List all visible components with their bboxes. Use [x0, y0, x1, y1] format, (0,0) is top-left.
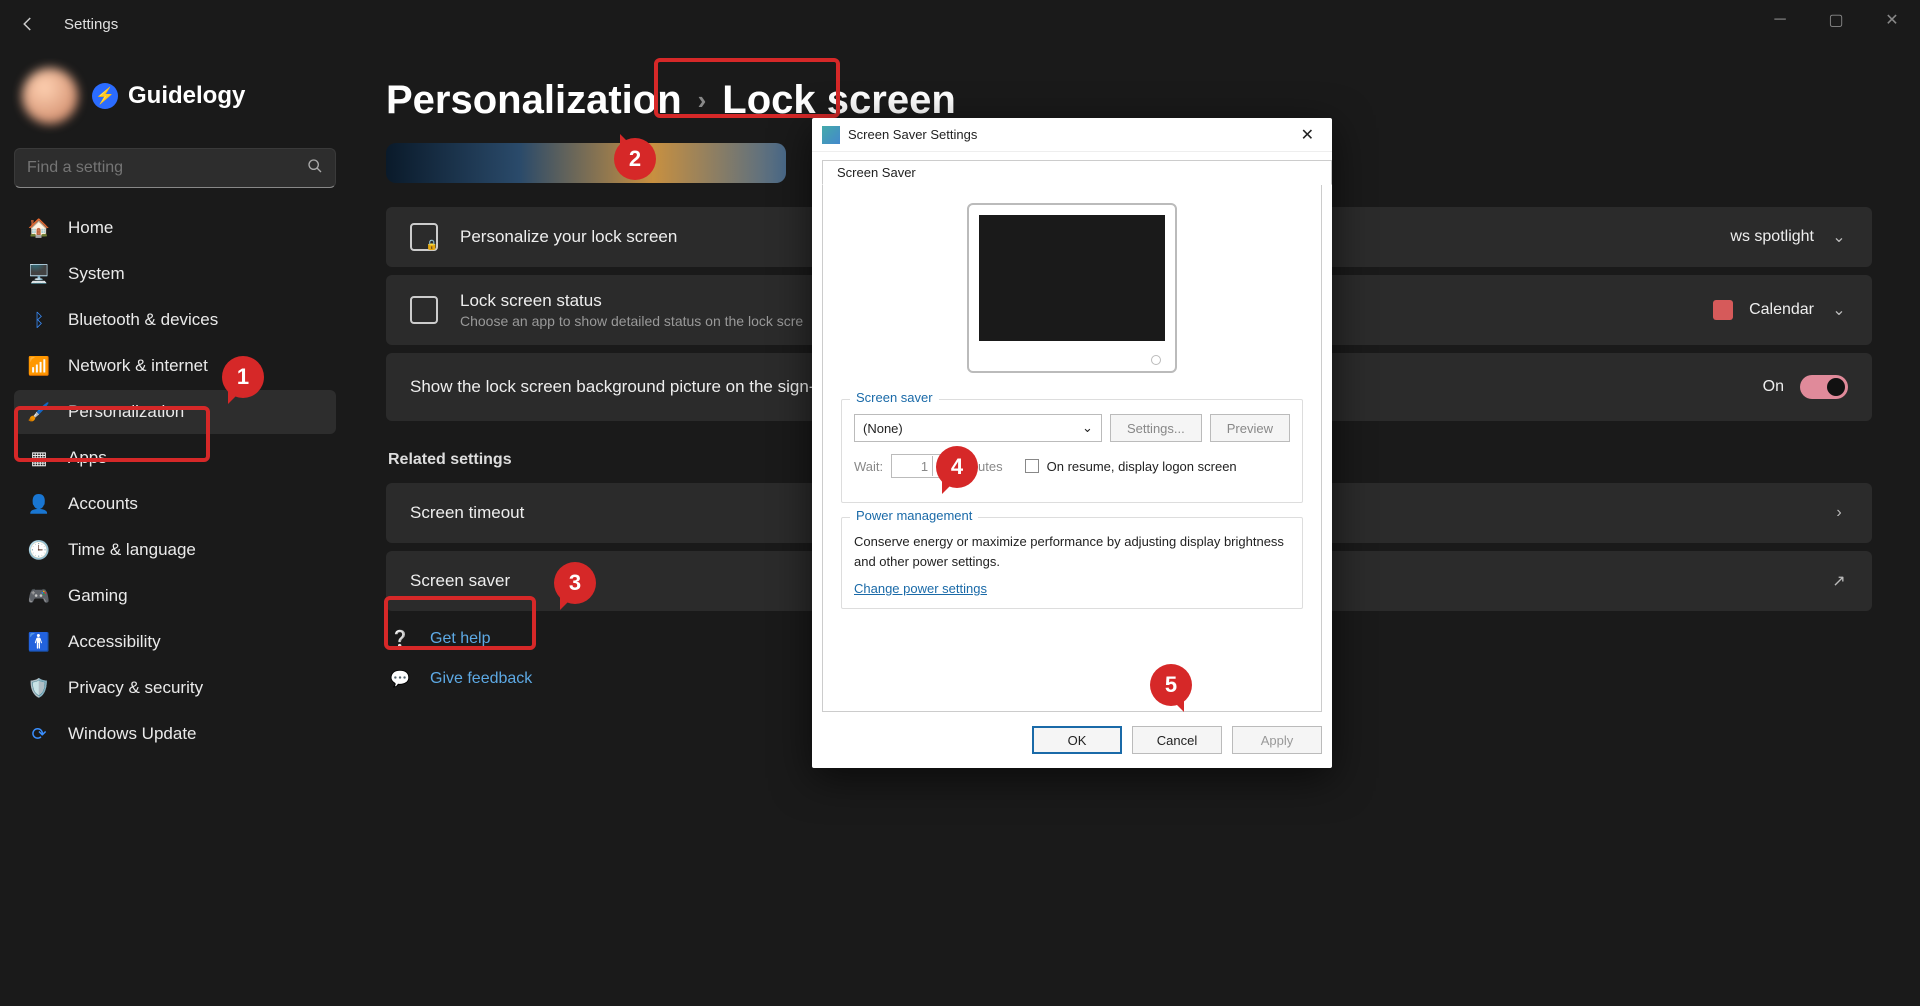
monitor-icon: 🔒 — [410, 223, 438, 251]
brush-icon: 🖌️ — [28, 401, 50, 423]
search-input[interactable] — [14, 148, 336, 188]
search-icon — [307, 158, 323, 179]
sidebar: ⚡ Guidelogy 🏠 Home 🖥️ System ᛒ Bluetooth & … — [0, 48, 350, 1006]
fieldset-legend: Screen saver — [850, 390, 939, 405]
chevron-down-icon[interactable]: ⌄ — [1830, 227, 1848, 247]
wait-input[interactable] — [892, 459, 932, 474]
nav-system[interactable]: 🖥️ System — [14, 252, 336, 296]
settings-button[interactable]: Settings... — [1110, 414, 1202, 442]
annotation-balloon-1: 1 — [222, 356, 264, 398]
brand-icon: ⚡ — [92, 83, 118, 109]
nav-home[interactable]: 🏠 Home — [14, 206, 336, 250]
resume-checkbox[interactable] — [1025, 459, 1039, 473]
avatar — [22, 68, 78, 124]
minimize-button[interactable]: ─ — [1752, 0, 1808, 40]
nav-label: Apps — [68, 448, 107, 468]
nav-label: Windows Update — [68, 724, 197, 744]
search-field[interactable] — [27, 159, 307, 177]
link-label: Give feedback — [430, 670, 532, 688]
screensaver-dropdown[interactable]: (None) ⌄ — [854, 414, 1102, 442]
wait-label: Wait: — [854, 459, 883, 474]
nav-accessibility[interactable]: 🚹 Accessibility — [14, 620, 336, 664]
chevron-down-icon: ⌄ — [1082, 420, 1093, 436]
annotation-balloon-2: 2 — [614, 138, 656, 180]
nav-label: Gaming — [68, 586, 128, 606]
preview-button[interactable]: Preview — [1210, 414, 1290, 442]
power-text: Conserve energy or maximize performance … — [854, 532, 1290, 571]
annotation-balloon-3: 3 — [554, 562, 596, 604]
toggle-switch[interactable] — [1800, 375, 1848, 399]
annotation-balloon-4: 4 — [936, 446, 978, 488]
maximize-button[interactable]: ▢ — [1808, 0, 1864, 40]
nav-label: System — [68, 264, 125, 284]
fieldset-legend: Power management — [850, 508, 978, 523]
link-label: Get help — [430, 630, 490, 648]
dialog-icon — [822, 126, 840, 144]
nav-label: Personalization — [68, 402, 184, 422]
nav-network[interactable]: 📶 Network & internet — [14, 344, 336, 388]
person-icon: 👤 — [28, 493, 50, 515]
dropdown-value: (None) — [863, 421, 903, 436]
dropdown-value: ws spotlight — [1730, 228, 1814, 246]
ok-button[interactable]: OK — [1032, 726, 1122, 754]
user-block: ⚡ Guidelogy — [14, 58, 336, 148]
feedback-icon: 💬 — [390, 669, 412, 689]
system-icon: 🖥️ — [28, 263, 50, 285]
chevron-down-icon[interactable]: ⌄ — [1830, 300, 1848, 320]
nav-label: Accounts — [68, 494, 138, 514]
chevron-right-icon: › — [1830, 504, 1848, 522]
dialog-close-button[interactable]: ✕ — [1293, 123, 1322, 147]
accessibility-icon: 🚹 — [28, 631, 50, 653]
back-button[interactable] — [16, 12, 40, 36]
nav-label: Privacy & security — [68, 678, 203, 698]
resume-label: On resume, display logon screen — [1047, 459, 1237, 474]
breadcrumb-current: Lock screen — [722, 78, 955, 123]
clock-icon: 🕒 — [28, 539, 50, 561]
update-icon: ⟳ — [28, 723, 50, 745]
gamepad-icon: 🎮 — [28, 585, 50, 607]
dialog-tab[interactable]: Screen Saver — [822, 160, 1332, 185]
monitor-icon — [410, 296, 438, 324]
dropdown-value: Calendar — [1749, 301, 1814, 319]
breadcrumb: Personalization › Lock screen — [386, 78, 1872, 123]
brand-name: Guidelogy — [128, 82, 245, 110]
nav-label: Home — [68, 218, 113, 238]
apply-button[interactable]: Apply — [1232, 726, 1322, 754]
change-power-link[interactable]: Change power settings — [854, 581, 987, 596]
nav-privacy[interactable]: 🛡️ Privacy & security — [14, 666, 336, 710]
nav-apps[interactable]: ▦ Apps — [14, 436, 336, 480]
nav-label: Network & internet — [68, 356, 208, 376]
nav-label: Time & language — [68, 540, 196, 560]
external-icon: ↗ — [1830, 571, 1848, 591]
apps-icon: ▦ — [28, 447, 50, 469]
breadcrumb-parent[interactable]: Personalization — [386, 78, 682, 123]
nav-personalization[interactable]: 🖌️ Personalization — [14, 390, 336, 434]
nav-time[interactable]: 🕒 Time & language — [14, 528, 336, 572]
screensaver-preview — [967, 203, 1177, 373]
chevron-right-icon: › — [698, 85, 707, 116]
shield-icon: 🛡️ — [28, 677, 50, 699]
nav-label: Accessibility — [68, 632, 161, 652]
close-button[interactable]: ✕ — [1864, 0, 1920, 40]
wifi-icon: 📶 — [28, 355, 50, 377]
lockscreen-preview — [386, 143, 786, 183]
help-icon: ❔ — [390, 629, 412, 649]
nav-label: Bluetooth & devices — [68, 310, 218, 330]
nav-bluetooth[interactable]: ᛒ Bluetooth & devices — [14, 298, 336, 342]
cancel-button[interactable]: Cancel — [1132, 726, 1222, 754]
bluetooth-icon: ᛒ — [28, 309, 50, 331]
window-title: Settings — [64, 16, 118, 33]
screen-saver-dialog: Screen Saver Settings ✕ Screen Saver Scr… — [812, 118, 1332, 768]
dialog-title: Screen Saver Settings — [848, 127, 977, 142]
home-icon: 🏠 — [28, 217, 50, 239]
toggle-state: On — [1763, 378, 1784, 396]
nav-accounts[interactable]: 👤 Accounts — [14, 482, 336, 526]
calendar-icon — [1713, 300, 1733, 320]
nav-update[interactable]: ⟳ Windows Update — [14, 712, 336, 756]
annotation-balloon-5: 5 — [1150, 664, 1192, 706]
nav-gaming[interactable]: 🎮 Gaming — [14, 574, 336, 618]
